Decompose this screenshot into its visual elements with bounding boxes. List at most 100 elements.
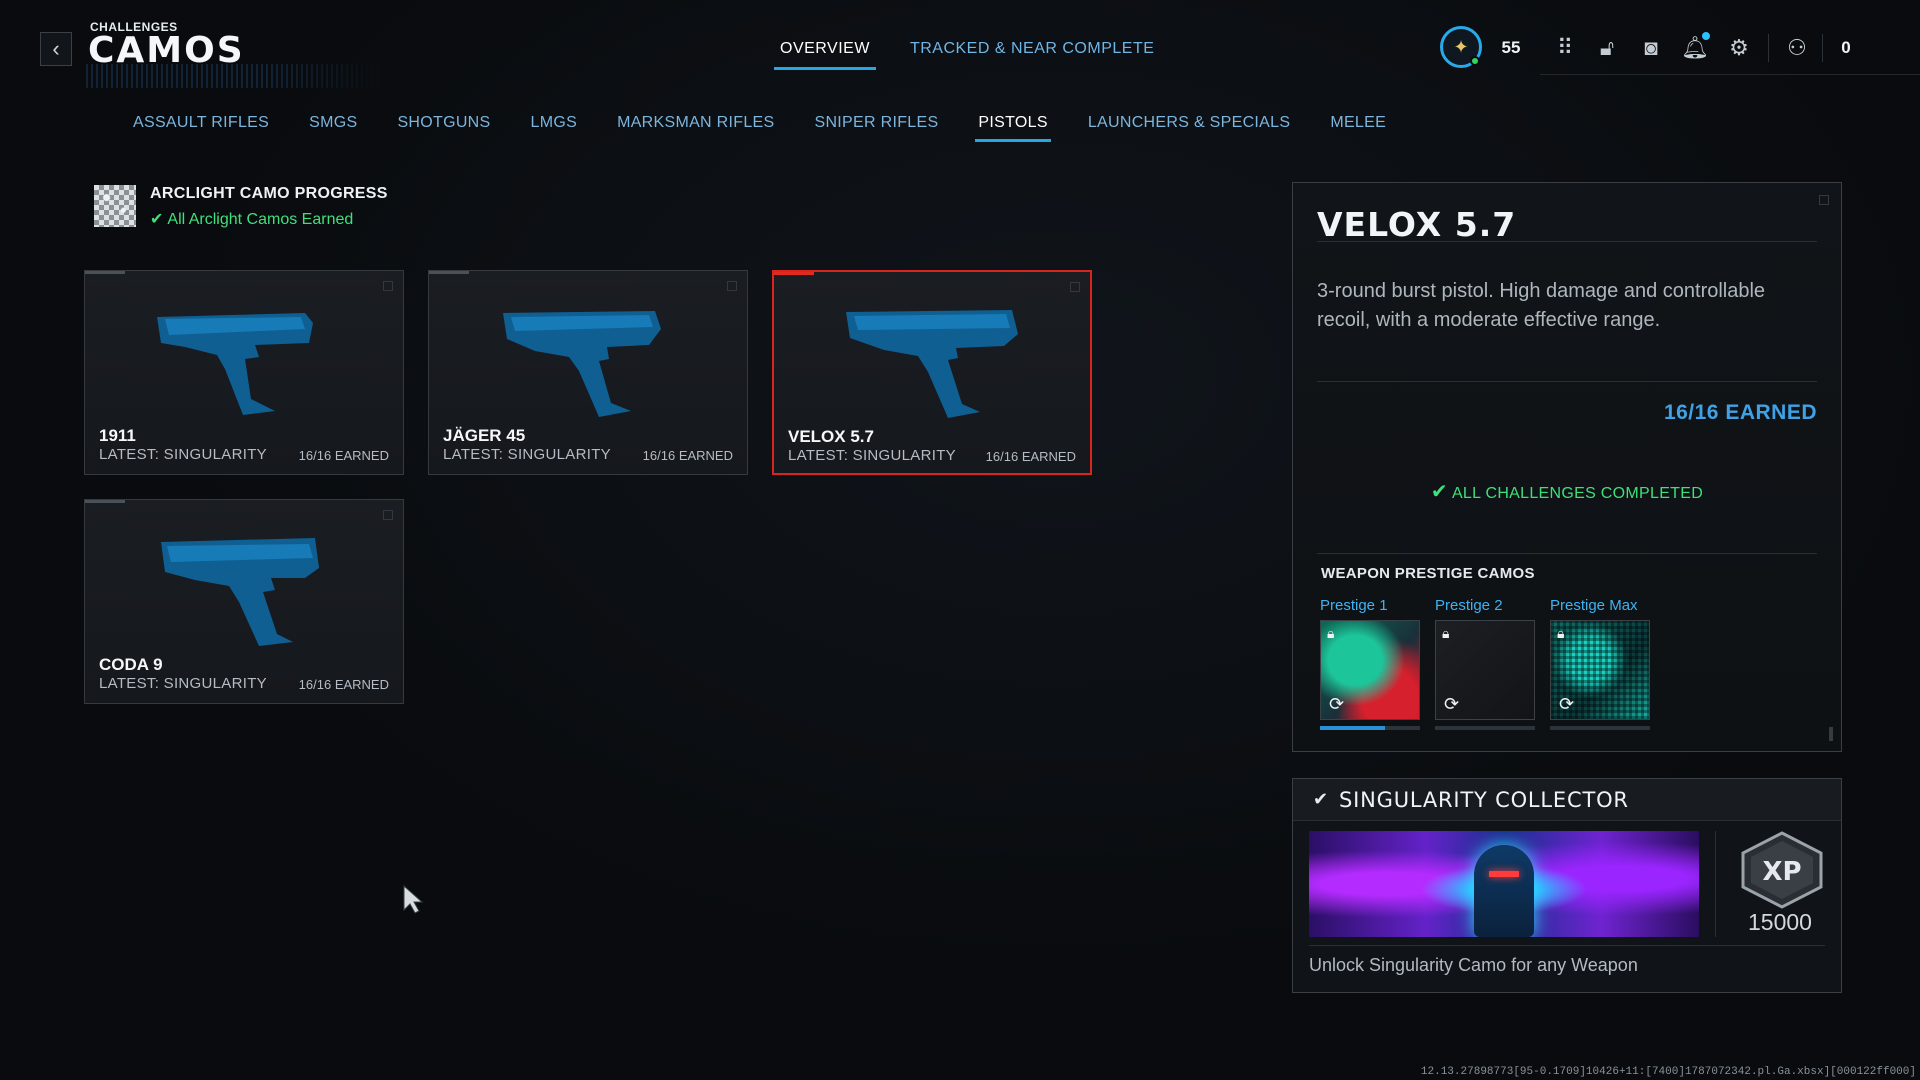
prestige-heading: WEAPON PRESTIGE CAMOS	[1321, 565, 1535, 582]
weapon-card-coda-9[interactable]: CODA 9 LATEST: SINGULARITY 16/16 EARNED	[84, 499, 404, 704]
prestige-progress-bar	[1550, 726, 1650, 730]
prestige-label: Prestige 1	[1320, 597, 1388, 614]
card-accent	[85, 500, 125, 503]
build-version-string: 12.13.27898773[95-0.1709]10426+11:[7400]…	[1420, 1066, 1916, 1078]
store-lock-icon[interactable]: 🔓︎	[1590, 26, 1624, 70]
arclight-camo-progress: ARCLIGHT CAMO PROGRESS ✔ All Arclight Cam…	[94, 185, 388, 229]
grid-menu-icon[interactable]: ⠿	[1548, 26, 1582, 70]
arclight-title: ARCLIGHT CAMO PROGRESS	[150, 185, 388, 202]
weapon-latest-camo: LATEST: SINGULARITY	[99, 446, 267, 463]
settings-gear-icon[interactable]: ⚙	[1722, 26, 1756, 70]
weapon-card-velox-5-7[interactable]: VELOX 5.7 LATEST: SINGULARITY 16/16 EARN…	[772, 270, 1092, 475]
card-accent	[85, 271, 125, 274]
reward-visor	[1489, 871, 1519, 877]
title-decoration	[86, 64, 386, 88]
xp-badge-label: XP	[1762, 857, 1801, 887]
chevron-left-icon: ‹	[52, 36, 60, 61]
card-accent	[429, 271, 469, 274]
check-icon: ✔	[1430, 481, 1448, 503]
weapon-name: 1911	[99, 426, 136, 445]
arclight-status: ✔ All Arclight Camos Earned	[150, 209, 388, 229]
prestige-camo-max[interactable]: Prestige Max 🔒︎ ⟳	[1550, 597, 1650, 730]
hud-underline	[1540, 74, 1920, 75]
camo-type-icon: ⟳	[1559, 694, 1575, 714]
tab-shotguns[interactable]: SHOTGUNS	[397, 114, 490, 142]
tab-launchers-specials[interactable]: LAUNCHERS & SPECIALS	[1088, 114, 1291, 142]
tab-tracked-near-complete[interactable]: TRACKED & NEAR COMPLETE	[910, 40, 1154, 70]
divider	[1309, 945, 1825, 946]
prestige-camo-1[interactable]: Prestige 1 🔒︎ ⟳	[1320, 597, 1420, 730]
weapon-name: CODA 9	[99, 655, 163, 674]
weapon-earned-count: 16/16 EARNED	[298, 448, 389, 463]
back-button[interactable]: ‹	[40, 32, 72, 66]
weapon-name: JÄGER 45	[443, 426, 526, 445]
tab-overview[interactable]: OVERVIEW	[774, 40, 876, 70]
notification-bell-icon[interactable]: 🔔︎	[1678, 26, 1712, 70]
prestige-progress-fill	[1320, 726, 1385, 730]
weapon-earned-count: 16/16 EARNED	[642, 448, 733, 463]
panel-scroll-indicator[interactable]	[1829, 727, 1833, 741]
tab-assault-rifles[interactable]: ASSAULT RIFLES	[133, 114, 269, 142]
weapon-latest-camo: LATEST: SINGULARITY	[443, 446, 611, 463]
party-icon[interactable]: ⚇	[1780, 26, 1814, 70]
tab-sniper-rifles[interactable]: SNIPER RIFLES	[814, 114, 938, 142]
camo-type-icon: ⟳	[1444, 694, 1460, 714]
card-corner-marker	[1070, 282, 1080, 292]
detail-weapon-title: VELOX 5.7	[1317, 205, 1517, 244]
arclight-camo-thumbnail	[94, 185, 136, 227]
prestige-progress-bar	[1435, 726, 1535, 730]
mouse-cursor-icon	[403, 884, 424, 914]
card-corner-marker	[383, 510, 393, 520]
lock-icon: 🔒︎	[1557, 625, 1565, 641]
card-corner-marker	[727, 281, 737, 291]
prestige-progress-bar	[1320, 726, 1420, 730]
divider	[1317, 553, 1817, 554]
pistol-velox-5-7-image	[846, 310, 1018, 418]
check-icon: ✔	[1313, 789, 1329, 809]
tab-marksman-rifles[interactable]: MARKSMAN RIFLES	[617, 114, 774, 142]
lock-icon: 🔒︎	[1442, 625, 1450, 641]
reward-xp-amount: 15000	[1748, 909, 1812, 935]
camera-icon[interactable]: ◙	[1634, 26, 1668, 70]
card-accent	[774, 272, 814, 275]
detail-earned-count: 16/16 EARNED	[1663, 401, 1817, 424]
hud-divider	[1822, 34, 1823, 62]
divider	[1317, 241, 1817, 242]
weapon-earned-count: 16/16 EARNED	[985, 449, 1076, 464]
tab-smgs[interactable]: SMGS	[309, 114, 357, 142]
weapon-card-1911[interactable]: 1911 LATEST: SINGULARITY 16/16 EARNED	[84, 270, 404, 475]
divider	[1317, 381, 1817, 382]
prestige-label: Prestige Max	[1550, 597, 1638, 614]
weapon-latest-camo: LATEST: SINGULARITY	[788, 447, 956, 464]
pistol-1911-image	[157, 313, 313, 415]
online-status-dot	[1470, 56, 1480, 66]
panel-corner-marker	[1819, 195, 1829, 205]
prestige-camo-swatch: 🔒︎ ⟳	[1435, 620, 1535, 720]
prestige-camos-row: Prestige 1 🔒︎ ⟳ Prestige 2 🔒︎ ⟳ Prestige…	[1320, 597, 1650, 730]
arclight-status-text: All Arclight Camos Earned	[167, 211, 354, 228]
detail-weapon-description: 3-round burst pistol. High damage and co…	[1317, 280, 1766, 331]
hud-bar: ✦ 55 ⠿ 🔓︎ ◙ 🔔︎ ⚙ ⚇ 0	[1440, 26, 1920, 75]
card-corner-marker	[383, 281, 393, 291]
xp-badge-icon: XP	[1741, 831, 1823, 909]
lock-icon: 🔒︎	[1327, 625, 1335, 641]
divider	[1715, 831, 1716, 937]
check-icon: ✔	[150, 211, 164, 228]
reward-figure	[1474, 845, 1534, 937]
reward-description: Unlock Singularity Camo for any Weapon	[1309, 955, 1638, 975]
pistol-coda-9-image	[161, 538, 319, 646]
weapon-card-jager-45[interactable]: JÄGER 45 LATEST: SINGULARITY 16/16 EARNE…	[428, 270, 748, 475]
all-challenges-completed-text: ALL CHALLENGES COMPLETED	[1451, 485, 1704, 502]
weapon-category-tabs: ASSAULT RIFLES SMGS SHOTGUNS LMGS MARKSM…	[133, 114, 1386, 142]
tab-lmgs[interactable]: LMGS	[531, 114, 578, 142]
weapon-detail-panel: VELOX 5.7 3-round burst pistol. High dam…	[1292, 182, 1842, 752]
notification-dot	[1702, 32, 1710, 40]
top-tabs: OVERVIEW TRACKED & NEAR COMPLETE	[774, 40, 1154, 70]
weapon-name: VELOX 5.7	[788, 427, 874, 446]
prestige-camo-2[interactable]: Prestige 2 🔒︎ ⟳	[1435, 597, 1535, 730]
reward-title: SINGULARITY COLLECTOR	[1339, 788, 1629, 812]
tab-pistols[interactable]: PISTOLS	[975, 114, 1052, 142]
prestige-camo-swatch: 🔒︎ ⟳	[1550, 620, 1650, 720]
tab-melee[interactable]: MELEE	[1330, 114, 1386, 142]
party-count: 0	[1841, 38, 1851, 57]
